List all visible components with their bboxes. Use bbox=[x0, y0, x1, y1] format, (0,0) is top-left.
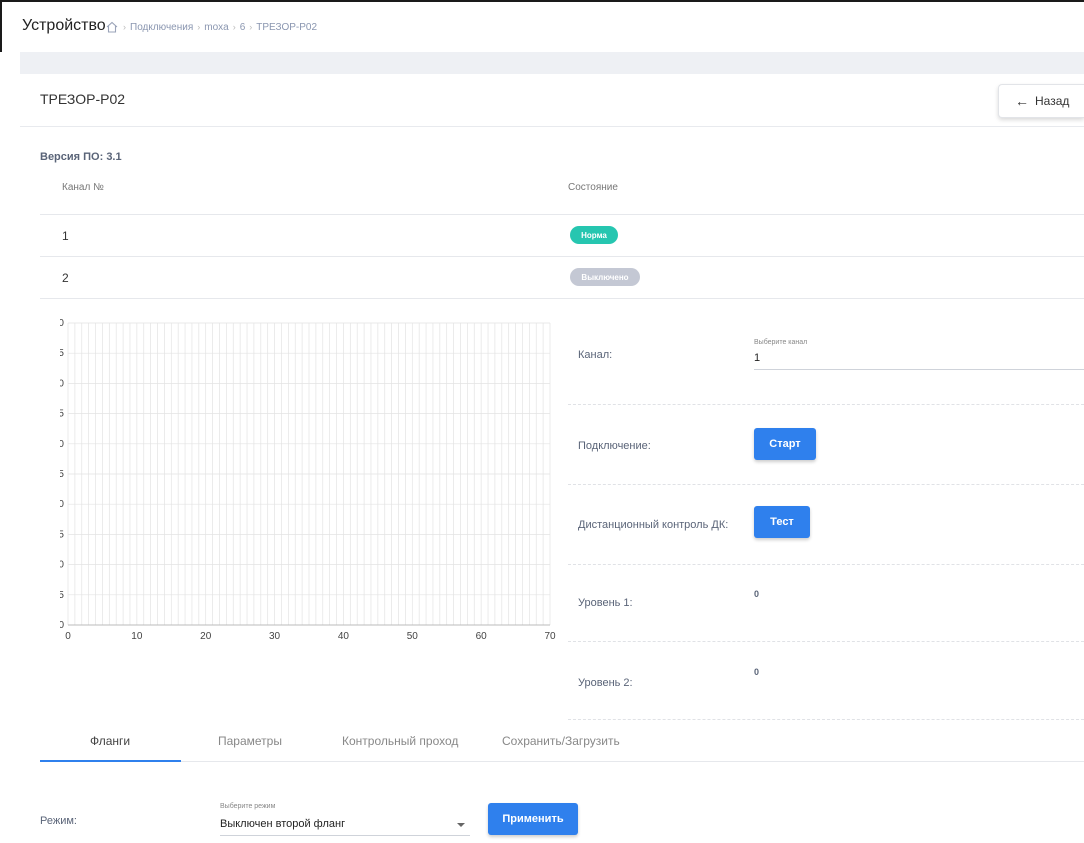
tab-control-pass[interactable]: Контрольный проход bbox=[342, 734, 458, 748]
channel-label: Канал: bbox=[578, 349, 613, 361]
breadcrumb-item-port[interactable]: 6 bbox=[240, 22, 246, 33]
level2-value: 0 bbox=[754, 667, 760, 677]
start-button[interactable]: Старт bbox=[754, 428, 816, 460]
divider bbox=[568, 564, 1084, 565]
breadcrumb-item-connections[interactable]: Подключения bbox=[130, 22, 193, 33]
page-background-strip bbox=[20, 52, 1084, 74]
active-tab-indicator bbox=[40, 760, 181, 762]
breadcrumb: › Подключения › moxa › 6 › ТРЕЗОР-Р02 bbox=[105, 21, 317, 33]
column-header-status: Состояние bbox=[568, 182, 618, 193]
x-tick-label: 40 bbox=[338, 631, 350, 642]
divider bbox=[40, 214, 1084, 215]
breadcrumb-separator: › bbox=[197, 22, 201, 32]
y-tick-label: 2.0 bbox=[60, 499, 64, 510]
x-tick-label: 50 bbox=[407, 631, 419, 642]
app-title: Устройство bbox=[22, 17, 106, 34]
y-tick-label: 5.0 bbox=[60, 318, 64, 329]
test-button[interactable]: Тест bbox=[754, 506, 810, 538]
x-tick-label: 30 bbox=[269, 631, 281, 642]
arrow-left-icon: ← bbox=[1015, 93, 1029, 109]
y-tick-label: 0 bbox=[60, 620, 64, 631]
breadcrumb-separator: › bbox=[249, 22, 253, 32]
y-tick-label: 2.5 bbox=[60, 469, 64, 480]
device-title: ТРЕЗОР-Р02 bbox=[40, 91, 126, 107]
breadcrumb-separator: › bbox=[232, 22, 236, 32]
y-tick-label: 0.5 bbox=[60, 590, 64, 601]
back-label: Назад bbox=[1035, 94, 1070, 108]
channel-number: 2 bbox=[62, 271, 69, 285]
connection-label: Подключение: bbox=[578, 440, 651, 452]
level1-value: 0 bbox=[754, 589, 760, 599]
y-tick-label: 1.0 bbox=[60, 560, 64, 571]
top-bar: Устройство › Подключения › moxa › 6 › ТР… bbox=[0, 0, 1084, 52]
device-card: ТРЕЗОР-Р02 ← Назад Версия ПО: 3.1 Канал … bbox=[20, 74, 1084, 843]
home-icon[interactable] bbox=[105, 21, 119, 33]
tabs-divider bbox=[40, 761, 1084, 762]
divider bbox=[568, 719, 1084, 720]
x-tick-label: 10 bbox=[131, 631, 143, 642]
y-tick-label: 4.0 bbox=[60, 378, 64, 389]
column-header-channel: Канал № bbox=[62, 182, 104, 193]
mode-select[interactable]: Выключен второй фланг bbox=[220, 818, 345, 830]
divider bbox=[568, 404, 1084, 405]
channel-select[interactable]: 1 bbox=[754, 352, 760, 364]
divider bbox=[40, 298, 1084, 299]
chevron-down-icon[interactable] bbox=[457, 823, 465, 827]
breadcrumb-item-device: ТРЕЗОР-Р02 bbox=[256, 21, 318, 33]
tab-flanks[interactable]: Фланги bbox=[90, 734, 130, 748]
apply-button[interactable]: Применить bbox=[488, 803, 578, 835]
breadcrumb-item-moxa[interactable]: moxa bbox=[204, 22, 228, 33]
channel-number: 1 bbox=[62, 229, 69, 243]
y-tick-label: 3.5 bbox=[60, 409, 64, 420]
channel-select-hint: Выберите канал bbox=[754, 339, 808, 346]
status-badge: Норма bbox=[570, 226, 618, 244]
firmware-version: Версия ПО: 3.1 bbox=[40, 151, 122, 163]
x-tick-label: 0 bbox=[65, 631, 71, 642]
card-header: ТРЕЗОР-Р02 ← Назад bbox=[20, 74, 1084, 127]
x-tick-label: 20 bbox=[200, 631, 212, 642]
tab-parameters[interactable]: Параметры bbox=[218, 734, 282, 748]
divider bbox=[568, 484, 1084, 485]
level-chart: 0 0.5 1.0 1.5 2.0 2.5 3.0 3.5 4.0 4.5 5.0 0 10 20 30 40… bbox=[60, 318, 556, 642]
channel-select-underline bbox=[754, 369, 1084, 370]
status-badge: Выключено bbox=[570, 268, 640, 286]
mode-select-underline bbox=[220, 835, 470, 836]
x-tick-label: 60 bbox=[476, 631, 488, 642]
tab-save-load[interactable]: Сохранить/Загрузить bbox=[502, 734, 620, 748]
x-tick-label: 70 bbox=[544, 631, 556, 642]
mode-select-hint: Выберите режим bbox=[220, 803, 276, 810]
y-tick-label: 4.5 bbox=[60, 348, 64, 359]
mode-label: Режим: bbox=[40, 815, 77, 827]
divider bbox=[40, 256, 1084, 257]
back-button[interactable]: ← Назад bbox=[998, 84, 1084, 118]
y-tick-label: 3.0 bbox=[60, 439, 64, 450]
y-tick-label: 1.5 bbox=[60, 529, 64, 540]
level2-label: Уровень 2: bbox=[578, 677, 633, 689]
divider bbox=[568, 641, 1084, 642]
remote-control-label: Дистанционный контроль ДК: bbox=[578, 519, 729, 531]
level1-label: Уровень 1: bbox=[578, 597, 633, 609]
breadcrumb-separator: › bbox=[123, 22, 126, 32]
